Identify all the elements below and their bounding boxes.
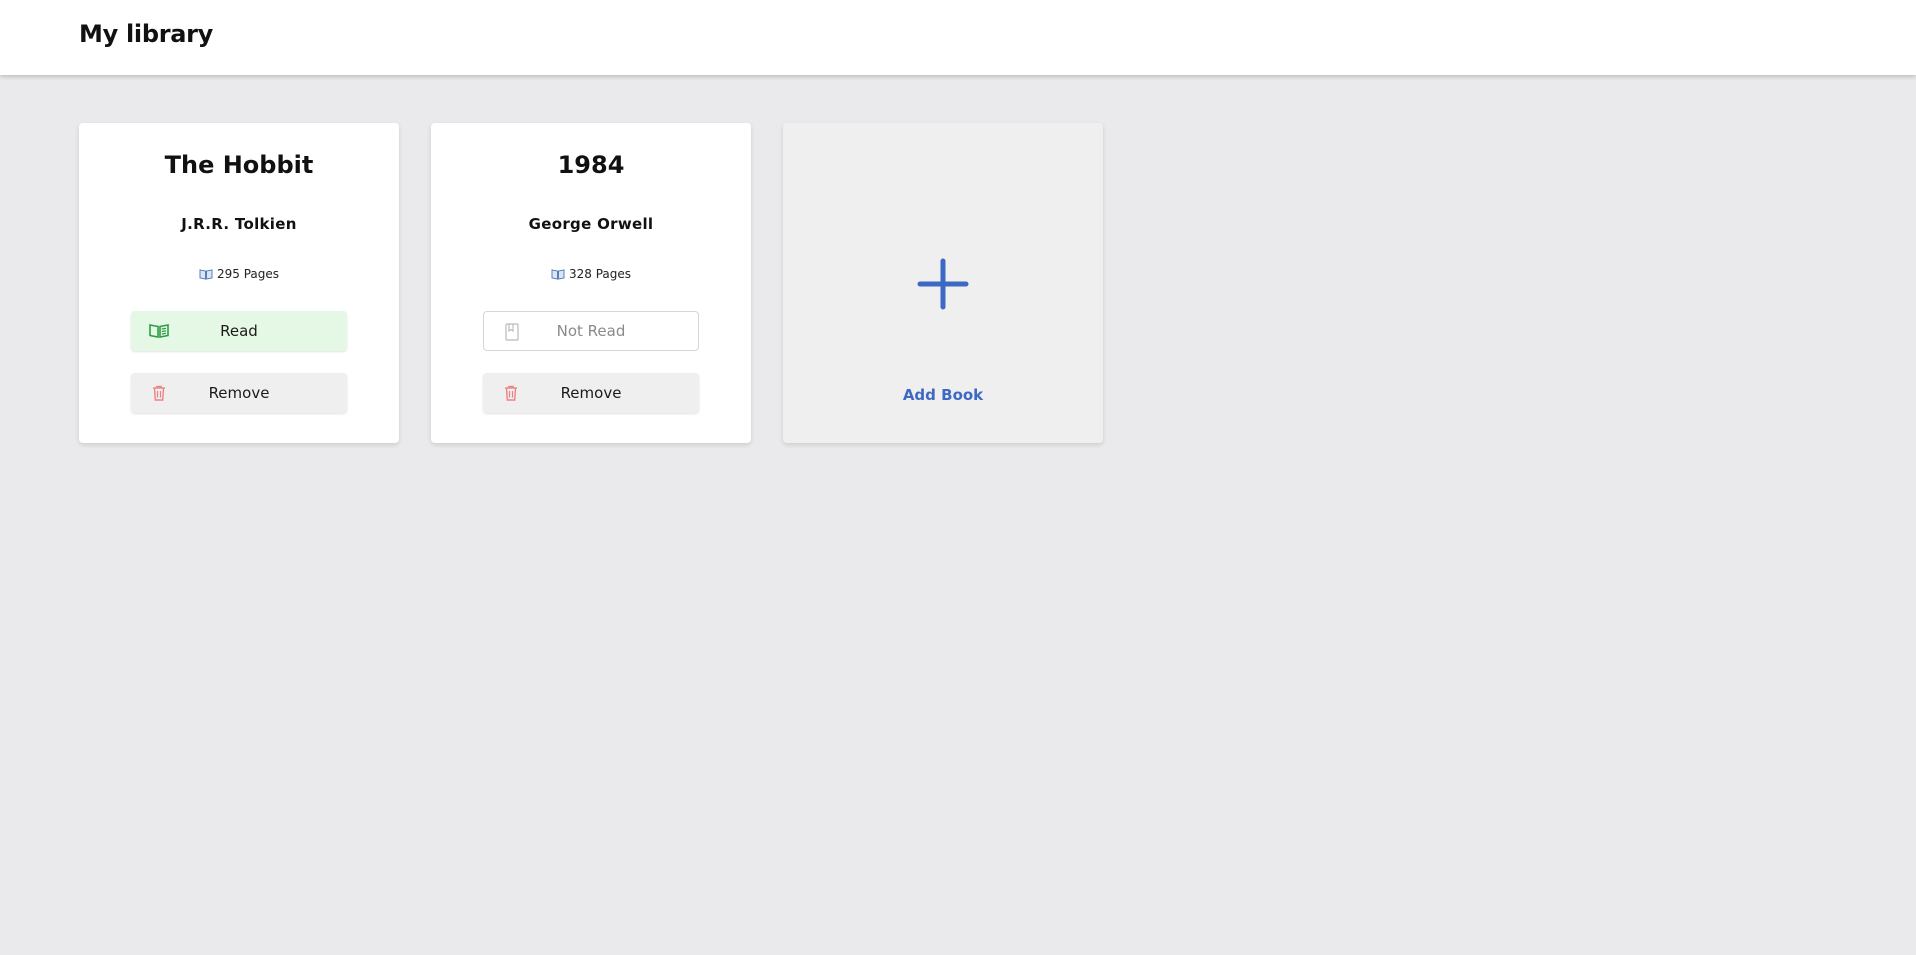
remove-button[interactable]: Remove: [131, 373, 347, 413]
remove-label: Remove: [560, 384, 622, 402]
book-pages-label: 328 Pages: [568, 267, 632, 281]
read-status-button[interactable]: Read: [131, 311, 347, 351]
book-card: The Hobbit J.R.R. Tolkien 295 Pages Read: [79, 123, 399, 443]
book-author: J.R.R. Tolkien: [181, 215, 297, 233]
book-card: 1984 George Orwell 328 Pages Not Read Re…: [431, 123, 751, 443]
add-book-card[interactable]: Add Book: [783, 123, 1103, 443]
book-title: 1984: [557, 151, 625, 179]
book-author: George Orwell: [528, 215, 654, 233]
book-pages-label: 295 Pages: [216, 267, 280, 281]
remove-label: Remove: [208, 384, 270, 402]
book-pages: 328 Pages: [431, 267, 751, 281]
trash-icon: [501, 383, 521, 403]
read-status-label: Read: [220, 322, 258, 340]
top-bar: My library: [0, 0, 1916, 75]
add-book-label: Add Book: [902, 386, 984, 404]
read-status-label: Not Read: [556, 322, 626, 340]
book-title: The Hobbit: [164, 151, 314, 179]
bookmark-icon: [502, 322, 522, 342]
app-title: My library: [79, 20, 214, 48]
open-book-icon: [149, 321, 169, 341]
open-book-icon: [551, 268, 565, 280]
trash-icon: [149, 383, 169, 403]
remove-button[interactable]: Remove: [483, 373, 699, 413]
book-pages: 295 Pages: [79, 267, 399, 281]
plus-icon: [917, 258, 969, 310]
read-status-button[interactable]: Not Read: [483, 311, 699, 351]
open-book-icon: [199, 268, 213, 280]
